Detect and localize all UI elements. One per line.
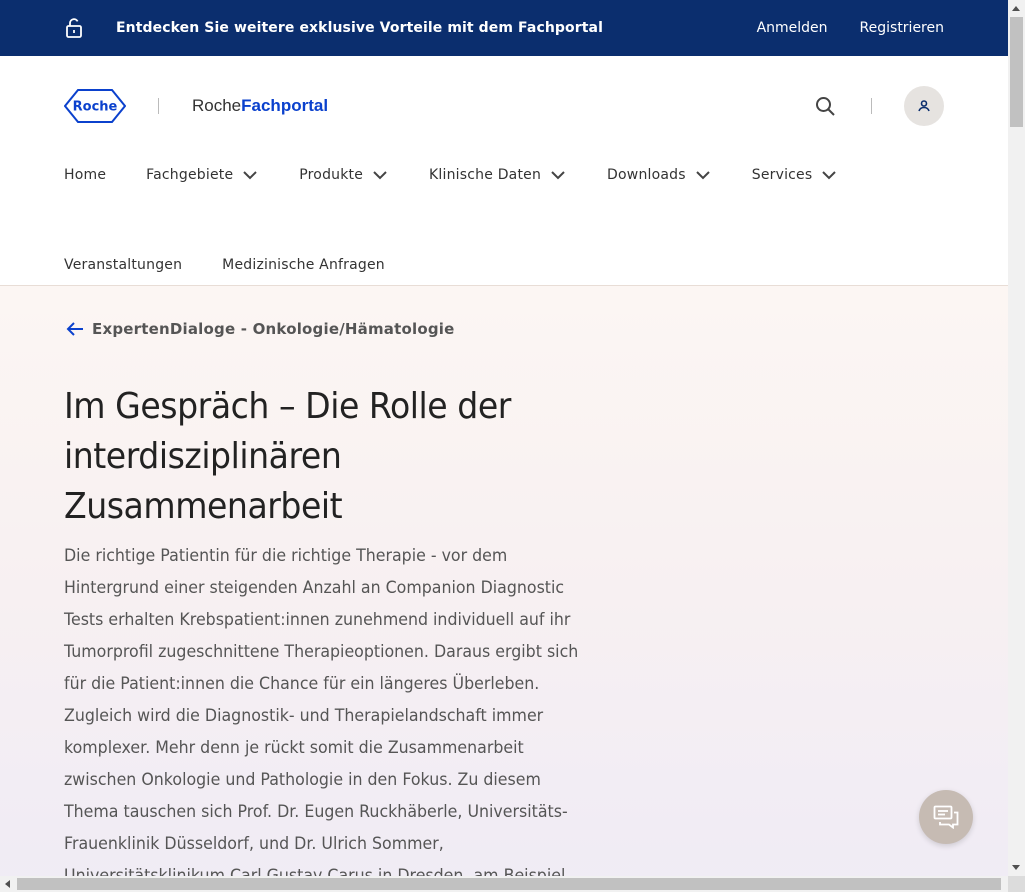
header-separator — [871, 98, 872, 114]
vertical-scrollbar[interactable] — [1008, 0, 1025, 876]
scroll-down-arrow[interactable] — [1012, 865, 1020, 870]
article-description: Die richtige Patientin für die richtige … — [64, 546, 579, 876]
nav-item-label: Medizinische Anfragen — [222, 257, 385, 273]
user-account-button[interactable] — [904, 86, 944, 126]
scroll-left-arrow[interactable] — [5, 880, 10, 888]
nav-item-medizinische-anfragen[interactable]: Medizinische Anfragen — [222, 257, 385, 273]
login-link[interactable]: Anmelden — [757, 20, 828, 36]
vertical-scrollbar-thumb[interactable] — [1010, 17, 1023, 127]
horizontal-scrollbar[interactable] — [0, 876, 1008, 892]
nav-item-label: Fachgebiete — [146, 167, 234, 183]
nav-item-veranstaltungen[interactable]: Veranstaltungen — [64, 257, 182, 273]
nav-item-label: Downloads — [607, 167, 686, 183]
chevron-down-icon — [373, 171, 387, 180]
chevron-down-icon — [551, 171, 565, 180]
nav-item-downloads[interactable]: Downloads — [607, 166, 712, 184]
nav-item-klinische-daten[interactable]: Klinische Daten — [429, 166, 567, 184]
main-navigation: Home Fachgebiete Produkte Klinische Date… — [64, 156, 944, 284]
user-icon — [918, 100, 930, 112]
horizontal-scrollbar-thumb[interactable] — [17, 878, 1001, 890]
back-link-label: ExpertenDialoge - Onkologie/Hämatologie — [92, 320, 455, 338]
chevron-down-icon — [696, 171, 710, 180]
back-link[interactable]: ExpertenDialoge - Onkologie/Hämatologie — [66, 320, 454, 338]
nav-item-label: Services — [751, 167, 813, 183]
register-link[interactable]: Registrieren — [860, 20, 944, 36]
browser-viewport: Entdecken Sie weitere exklusive Vorteile… — [0, 0, 1008, 876]
nav-item-label: Produkte — [299, 167, 364, 183]
banner-message: Entdecken Sie weitere exklusive Vorteile… — [116, 20, 603, 36]
arrow-left-icon — [66, 322, 83, 336]
scroll-up-arrow[interactable] — [1012, 6, 1020, 11]
logo-separator — [158, 98, 159, 114]
article-hero: ExpertenDialoge - Onkologie/Hämatologie … — [0, 286, 1008, 876]
lock-open-icon — [64, 18, 84, 38]
portal-prefix: Roche — [192, 96, 242, 115]
chevron-down-icon — [243, 171, 257, 180]
search-icon[interactable] — [813, 94, 837, 118]
portal-brand: Fachportal — [241, 96, 329, 115]
nav-row-1: Home Fachgebiete Produkte Klinische Date… — [64, 156, 944, 194]
svg-text:Roche: Roche — [73, 100, 118, 115]
article-title: Im Gespräch – Die Rolle der interdiszipl… — [64, 386, 511, 527]
scrollbar-corner — [1008, 876, 1025, 892]
portal-name[interactable]: RocheFachportal — [192, 96, 328, 116]
nav-item-label: Home — [64, 167, 107, 183]
nav-item-fachgebiete[interactable]: Fachgebiete — [146, 166, 259, 184]
nav-item-produkte[interactable]: Produkte — [299, 166, 389, 184]
nav-row-2: Veranstaltungen Medizinische Anfragen — [64, 246, 944, 284]
site-header: Roche RocheFachportal Home Fachgebiete P… — [0, 56, 1008, 286]
chevron-down-icon — [822, 171, 837, 180]
chat-icon — [933, 805, 959, 829]
nav-item-services[interactable]: Services — [752, 166, 839, 184]
roche-logo[interactable]: Roche — [64, 89, 126, 123]
nav-item-home[interactable]: Home — [64, 167, 106, 183]
nav-item-label: Veranstaltungen — [64, 257, 183, 273]
chat-button[interactable] — [919, 790, 973, 844]
top-banner: Entdecken Sie weitere exklusive Vorteile… — [0, 0, 1008, 56]
nav-item-label: Klinische Daten — [429, 167, 542, 183]
logo-row: Roche RocheFachportal — [64, 86, 944, 126]
